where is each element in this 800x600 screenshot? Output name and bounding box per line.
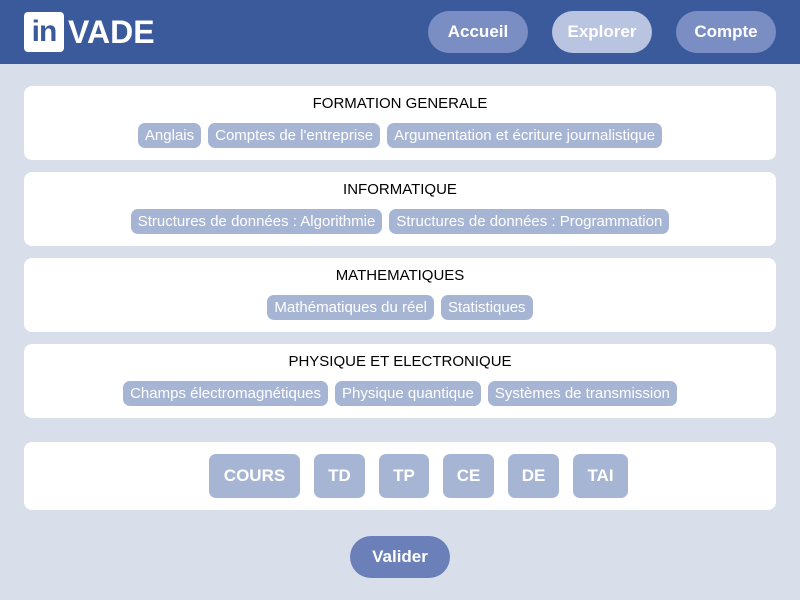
- course-tag[interactable]: Champs électromagnétiques: [123, 381, 329, 406]
- course-tag[interactable]: Anglais: [137, 123, 202, 148]
- validate-button[interactable]: Valider: [350, 536, 450, 578]
- course-tag[interactable]: Systèmes de transmission: [487, 381, 677, 406]
- nav-accueil-button[interactable]: Accueil: [428, 11, 528, 53]
- type-tp-button[interactable]: TP: [379, 454, 429, 498]
- course-tag[interactable]: Physique quantique: [335, 381, 481, 406]
- category-title: FORMATION GENERALE: [312, 95, 488, 112]
- course-tag[interactable]: Structures de données : Algorithmie: [130, 209, 383, 234]
- type-filter-card: COURS TD TP CE DE TAI: [24, 442, 776, 510]
- type-de-button[interactable]: DE: [508, 454, 559, 498]
- category-title: PHYSIQUE ET ELECTRONIQUE: [288, 353, 512, 370]
- type-tai-button[interactable]: TAI: [573, 454, 628, 498]
- tag-list: Mathématiques du réel Statistiques: [24, 295, 776, 320]
- course-tag[interactable]: Structures de données : Programmation: [389, 209, 670, 234]
- course-tag[interactable]: Comptes de l'entreprise: [208, 123, 381, 148]
- category-card-mathematiques: MATHEMATIQUES Mathématiques du réel Stat…: [24, 258, 776, 332]
- type-cours-button[interactable]: COURS: [209, 454, 300, 498]
- category-title: INFORMATIQUE: [343, 181, 457, 198]
- nav-compte-button[interactable]: Compte: [676, 11, 776, 53]
- header-bar: in VADE Accueil Explorer Compte: [0, 0, 800, 64]
- logo-text: VADE: [68, 13, 155, 50]
- category-title: MATHEMATIQUES: [335, 267, 465, 284]
- tag-list: Champs électromagnétiques Physique quant…: [24, 381, 776, 406]
- course-tag[interactable]: Argumentation et écriture journalistique: [387, 123, 663, 148]
- category-card-formation-generale: FORMATION GENERALE Anglais Comptes de l'…: [24, 86, 776, 160]
- category-card-informatique: INFORMATIQUE Structures de données : Alg…: [24, 172, 776, 246]
- type-td-button[interactable]: TD: [314, 454, 365, 498]
- course-tag[interactable]: Statistiques: [441, 295, 533, 320]
- logo-mark: in: [24, 12, 64, 52]
- type-ce-button[interactable]: CE: [443, 454, 494, 498]
- nav-explorer-button[interactable]: Explorer: [552, 11, 652, 53]
- logo[interactable]: in VADE: [24, 12, 155, 52]
- tag-list: Structures de données : Algorithmie Stru…: [24, 209, 776, 234]
- category-card-physique-electronique: PHYSIQUE ET ELECTRONIQUE Champs électrom…: [24, 344, 776, 418]
- course-tag[interactable]: Mathématiques du réel: [267, 295, 435, 320]
- tag-list: Anglais Comptes de l'entreprise Argument…: [24, 123, 776, 148]
